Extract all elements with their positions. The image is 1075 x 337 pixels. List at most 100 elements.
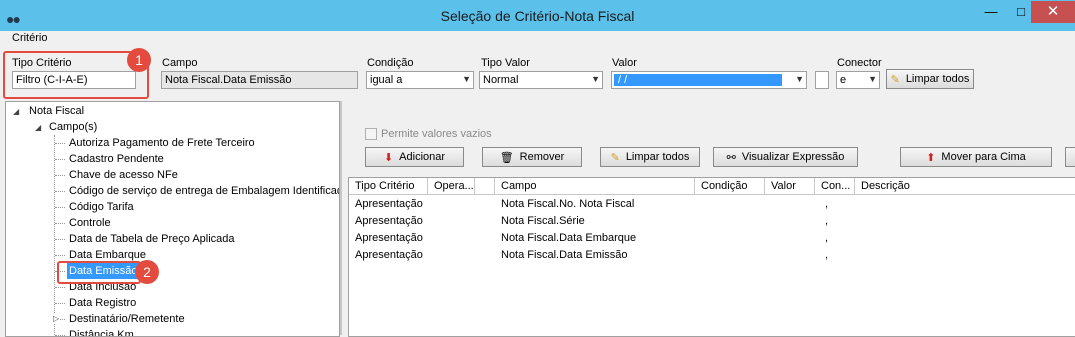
tree-connector bbox=[55, 223, 65, 224]
table-cell bbox=[475, 213, 495, 230]
arrow-up-icon: ⬆ bbox=[926, 151, 936, 164]
conector-select[interactable]: e ▼ bbox=[836, 71, 880, 89]
table-cell bbox=[765, 196, 815, 213]
tree-item[interactable]: Data Registro bbox=[67, 295, 138, 311]
table-cell bbox=[855, 247, 1075, 264]
mover-cima-label: Mover para Cima bbox=[941, 151, 1026, 163]
table-cell: , bbox=[825, 249, 829, 261]
column-header[interactable]: Opera... bbox=[428, 178, 475, 195]
chevron-down-icon: ▼ bbox=[591, 74, 600, 84]
table-cell bbox=[695, 213, 765, 230]
valor-field[interactable]: / / ▼ bbox=[611, 71, 807, 89]
table-cell bbox=[765, 213, 815, 230]
tree-guide bbox=[54, 135, 56, 335]
menu-criterio[interactable]: Critério bbox=[12, 32, 47, 44]
valor-label: Valor bbox=[612, 57, 637, 69]
highlight-box-2 bbox=[57, 261, 141, 284]
column-header[interactable]: Valor bbox=[765, 178, 815, 195]
table-cell bbox=[695, 230, 765, 247]
table-cell: Nota Fiscal.Data Embarque bbox=[501, 232, 637, 244]
table-row[interactable]: Apresentação Nota Fiscal.Série, bbox=[349, 213, 1075, 230]
conector-label: Conector bbox=[837, 57, 882, 69]
adicionar-button[interactable]: ⬇ Adicionar bbox=[365, 147, 464, 167]
arrow-down-icon: ⬇ bbox=[383, 151, 394, 164]
expand-icon[interactable]: ◢ bbox=[35, 123, 41, 132]
tree-item[interactable]: Código Tarifa bbox=[67, 199, 136, 215]
tree-item[interactable]: Cadastro Pendente bbox=[67, 151, 166, 167]
column-header[interactable]: Tipo Critério bbox=[349, 178, 428, 195]
mover-para-cima-button[interactable]: ⬆ Mover para Cima bbox=[900, 147, 1052, 167]
trash-icon: 🗑 bbox=[499, 151, 514, 164]
column-header[interactable]: Con... bbox=[815, 178, 855, 195]
expand-icon[interactable]: ◢ bbox=[13, 107, 19, 116]
table-row[interactable]: Apresentação Nota Fiscal.No. Nota Fiscal, bbox=[349, 196, 1075, 213]
table-cell bbox=[475, 230, 495, 247]
tree-item[interactable]: Código de serviço de entrega de Embalage… bbox=[67, 183, 339, 199]
column-header[interactable] bbox=[475, 178, 495, 195]
tree-item[interactable]: Chave de acesso NFe bbox=[67, 167, 180, 183]
condicao-select[interactable]: igual a ▼ bbox=[366, 71, 474, 89]
valor-value: / / bbox=[614, 74, 782, 86]
limpar-todos-label: Limpar todos bbox=[625, 151, 690, 163]
splitter[interactable] bbox=[340, 101, 342, 335]
table-cell bbox=[765, 247, 815, 264]
table-cell bbox=[695, 247, 765, 264]
tree-connector bbox=[55, 239, 65, 240]
expand-icon[interactable]: ▷ bbox=[53, 314, 60, 323]
table-cell: , bbox=[825, 198, 829, 210]
window-title: Seleção de Critério-Nota Fiscal bbox=[440, 8, 635, 24]
tree-item[interactable]: Controle bbox=[67, 215, 113, 231]
column-header[interactable]: Condição bbox=[695, 178, 765, 195]
tree-connector bbox=[55, 287, 65, 288]
table-row[interactable]: Apresentação Nota Fiscal.Data Embarque, bbox=[349, 230, 1075, 247]
tree-connector bbox=[55, 159, 65, 160]
tree-connector bbox=[55, 143, 65, 144]
table-cell bbox=[475, 196, 495, 213]
tipo-valor-value: Normal bbox=[483, 74, 519, 86]
close-button[interactable]: ✕ bbox=[1031, 1, 1075, 23]
table-row[interactable]: Apresentação Nota Fiscal.Data Emissão, bbox=[349, 247, 1075, 264]
tree-connector bbox=[55, 255, 65, 256]
limpar-todos-button[interactable]: ✎ Limpar todos bbox=[600, 147, 700, 167]
table-cell bbox=[695, 196, 765, 213]
tree-item[interactable]: Autoriza Pagamento de Frete Terceiro bbox=[67, 135, 257, 151]
visualizar-expressao-button[interactable]: ⚯ Visualizar Expressão bbox=[713, 147, 858, 167]
tree-group-campos[interactable]: Campo(s) bbox=[49, 119, 97, 135]
tree-item[interactable]: Distância Km bbox=[67, 327, 136, 336]
remover-label: Remover bbox=[519, 151, 565, 163]
table-cell bbox=[428, 230, 475, 247]
tree-item[interactable]: Data de Tabela de Preço Aplicada bbox=[67, 231, 237, 247]
tree-connector bbox=[55, 191, 65, 192]
tree-root[interactable]: Nota Fiscal bbox=[29, 103, 84, 119]
visualizar-label: Visualizar Expressão bbox=[741, 151, 845, 163]
table-cell: Apresentação bbox=[355, 215, 423, 227]
chevron-down-icon: ▼ bbox=[868, 74, 877, 84]
title-bar: ●● Seleção de Critério-Nota Fiscal — □ ✕ bbox=[0, 0, 1075, 31]
limpar-todos-top-label: Limpar todos bbox=[905, 73, 970, 85]
table-cell: Apresentação bbox=[355, 232, 423, 244]
minimize-button[interactable]: — bbox=[976, 1, 1006, 23]
table-cell: , bbox=[825, 232, 829, 244]
table-cell: Apresentação bbox=[355, 249, 423, 261]
table-cell bbox=[765, 230, 815, 247]
table-cell: Nota Fiscal.No. Nota Fiscal bbox=[501, 198, 635, 210]
column-header[interactable]: Descrição bbox=[855, 178, 1075, 195]
table-cell: Nota Fiscal.Série bbox=[501, 215, 585, 227]
tipo-valor-select[interactable]: Normal ▼ bbox=[479, 71, 603, 89]
condicao-label: Condição bbox=[367, 57, 414, 69]
overflow-button[interactable] bbox=[1065, 147, 1075, 167]
remover-button[interactable]: 🗑 Remover bbox=[482, 147, 582, 167]
permite-vazios-checkbox[interactable] bbox=[365, 128, 377, 140]
step-marker-1: 1 bbox=[127, 48, 151, 72]
table-cell bbox=[428, 196, 475, 213]
tree-connector bbox=[55, 335, 65, 336]
limpar-todos-top-button[interactable]: ✎ Limpar todos bbox=[886, 69, 974, 89]
campo-field: Nota Fiscal.Data Emissão bbox=[161, 71, 358, 89]
table-cell bbox=[855, 230, 1075, 247]
tree-item[interactable]: Destinatário/Remetente bbox=[67, 311, 187, 327]
field-tree: ◢ Nota Fiscal ◢ Campo(s) Autoriza Pagame… bbox=[5, 101, 340, 337]
column-header[interactable]: Campo bbox=[495, 178, 695, 195]
condicao-value: igual a bbox=[370, 74, 403, 86]
valor-checkbox[interactable] bbox=[815, 71, 829, 89]
criteria-grid: Tipo Critério Opera... Campo Condição Valor C… bbox=[348, 177, 1075, 337]
